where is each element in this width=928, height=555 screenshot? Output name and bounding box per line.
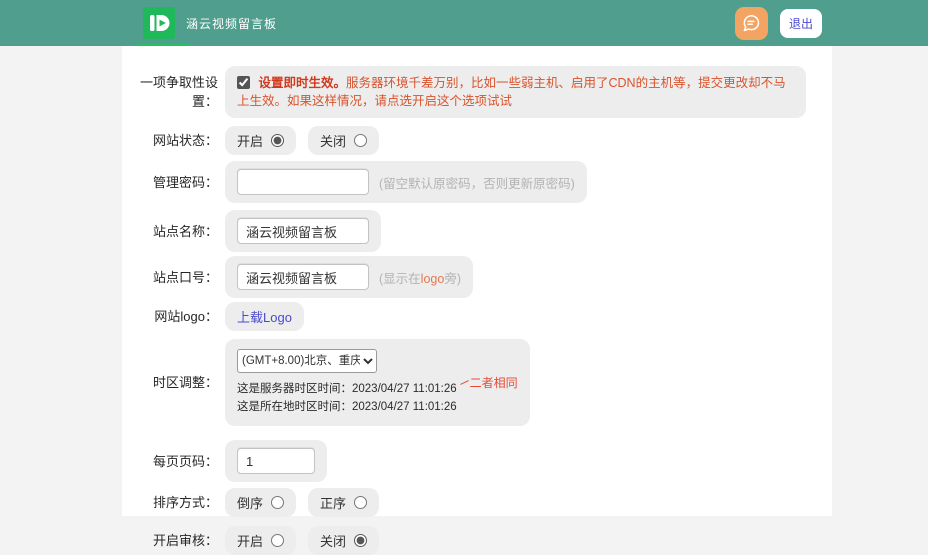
radio-label: 开启 bbox=[237, 131, 263, 150]
sort-order-option-asc[interactable]: 正序 bbox=[308, 488, 379, 517]
timezone-group: (GMT+8.00)北京、重庆、香 这是服务器时区时间：2023/04/27 1… bbox=[225, 339, 530, 426]
site-status-on-radio[interactable] bbox=[271, 134, 284, 147]
notice-highlight: 设置即时生效。 bbox=[258, 76, 346, 90]
chat-icon[interactable] bbox=[735, 7, 768, 40]
admin-password-input[interactable] bbox=[237, 169, 369, 195]
settings-form: 一项争取性设置： 设置即时生效。服务器环境千差万别，比如一些弱主机、启用了CDN… bbox=[122, 46, 832, 516]
review-off-radio[interactable] bbox=[354, 534, 367, 547]
row-timezone: 时区调整： (GMT+8.00)北京、重庆、香 这是服务器时区时间：2023/0… bbox=[122, 339, 832, 426]
admin-password-hint: (留空默认原密码，否则更新原密码) bbox=[379, 173, 575, 192]
radio-label: 关闭 bbox=[320, 531, 346, 550]
field-label: 时区调整： bbox=[122, 373, 218, 392]
app-logo-icon bbox=[143, 7, 175, 39]
app-title: 涵云视频留言板 bbox=[186, 15, 277, 32]
instant-apply-checkbox[interactable] bbox=[237, 76, 250, 89]
note-dash bbox=[460, 380, 469, 385]
field-label: 网站logo： bbox=[122, 307, 218, 326]
radio-label: 正序 bbox=[320, 493, 346, 512]
field-label: 一项争取性设置： bbox=[122, 73, 218, 111]
field-label: 排序方式： bbox=[122, 493, 218, 512]
field-label: 管理密码： bbox=[122, 173, 218, 192]
radio-label: 开启 bbox=[237, 531, 263, 550]
times-equal-note: 二者相同 bbox=[460, 374, 518, 391]
page-size-group bbox=[225, 440, 327, 482]
sort-desc-radio[interactable] bbox=[271, 496, 284, 509]
site-name-input[interactable] bbox=[237, 218, 369, 244]
row-sort-order: 排序方式： 倒序 正序 bbox=[122, 488, 832, 517]
header: 涵云视频留言板 退出 bbox=[0, 0, 928, 46]
site-status-option-off[interactable]: 关闭 bbox=[308, 126, 379, 155]
review-option-off[interactable]: 关闭 bbox=[308, 526, 379, 555]
site-slogan-group: (显示在logo旁) bbox=[225, 256, 473, 298]
review-on-radio[interactable] bbox=[271, 534, 284, 547]
site-slogan-hint: (显示在logo旁) bbox=[379, 268, 461, 287]
field-label: 网站状态： bbox=[122, 131, 218, 150]
site-status-option-on[interactable]: 开启 bbox=[225, 126, 296, 155]
row-site-logo: 网站logo： 上载Logo bbox=[122, 302, 832, 331]
server-time-line: 这是服务器时区时间：2023/04/27 11:01:26 bbox=[237, 380, 457, 398]
radio-label: 倒序 bbox=[237, 493, 263, 512]
site-name-group bbox=[225, 210, 381, 252]
logout-button[interactable]: 退出 bbox=[780, 9, 822, 38]
timezone-select[interactable]: (GMT+8.00)北京、重庆、香 bbox=[237, 349, 377, 373]
field-label: 站点口号： bbox=[122, 268, 218, 287]
local-time-line: 这是所在地时区时间：2023/04/27 11:01:26 bbox=[237, 398, 457, 416]
row-site-name: 站点名称： bbox=[122, 210, 832, 252]
site-slogan-input[interactable] bbox=[237, 264, 369, 290]
admin-password-group: (留空默认原密码，否则更新原密码) bbox=[225, 161, 587, 203]
field-label: 开启审核： bbox=[122, 531, 218, 550]
upload-logo-link[interactable]: 上载Logo bbox=[237, 307, 292, 326]
instant-setting-notice: 设置即时生效。服务器环境千差万别，比如一些弱主机、启用了CDN的主机等，提交更改… bbox=[225, 66, 806, 118]
sort-order-option-desc[interactable]: 倒序 bbox=[225, 488, 296, 517]
site-status-off-radio[interactable] bbox=[354, 134, 367, 147]
row-site-slogan: 站点口号： (显示在logo旁) bbox=[122, 256, 832, 298]
field-label: 每页页码： bbox=[122, 452, 218, 471]
upload-logo-pill: 上载Logo bbox=[225, 302, 304, 331]
page-size-input[interactable] bbox=[237, 448, 315, 474]
row-review: 开启审核： 开启 关闭 bbox=[122, 526, 832, 555]
row-site-status: 网站状态： 开启 关闭 bbox=[122, 126, 832, 155]
row-page-size: 每页页码： bbox=[122, 440, 832, 482]
row-instant-setting: 一项争取性设置： 设置即时生效。服务器环境千差万别，比如一些弱主机、启用了CDN… bbox=[122, 66, 832, 118]
field-label: 站点名称： bbox=[122, 222, 218, 241]
review-option-on[interactable]: 开启 bbox=[225, 526, 296, 555]
radio-label: 关闭 bbox=[320, 131, 346, 150]
row-admin-password: 管理密码： (留空默认原密码，否则更新原密码) bbox=[122, 161, 832, 203]
sort-asc-radio[interactable] bbox=[354, 496, 367, 509]
